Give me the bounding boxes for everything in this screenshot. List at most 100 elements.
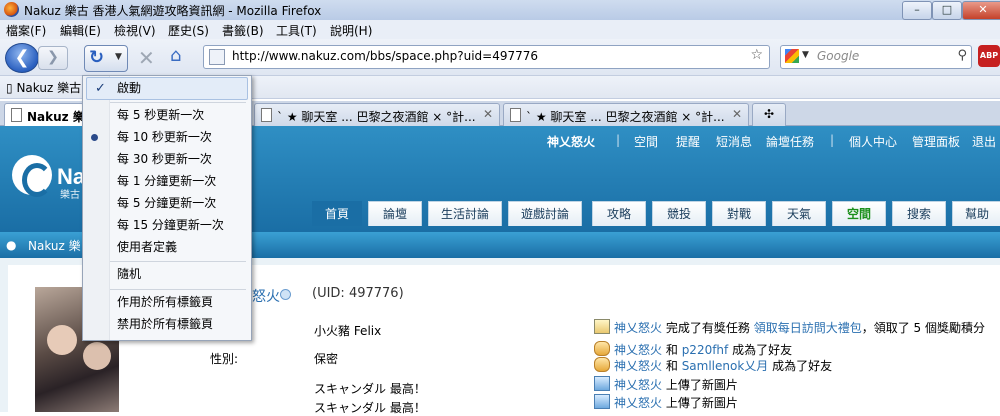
feed-link[interactable]: Samllenok乂月 (682, 359, 769, 373)
topnav-divider: | (616, 133, 621, 147)
topnav-space[interactable]: 空間 (634, 133, 658, 150)
topnav-forum-tasks[interactable]: 論壇任務 (766, 133, 814, 150)
nav-guides[interactable]: 攻略 (592, 201, 646, 226)
feed-user-link[interactable]: 神乂怒火 (614, 343, 662, 357)
topnav-notices[interactable]: 提醒 (676, 133, 700, 150)
forward-arrow-icon: ❯ (47, 49, 59, 65)
picture-icon (594, 376, 610, 391)
nav-weather[interactable]: 天氣 (772, 201, 826, 226)
menu-tools[interactable]: 工具(T) (276, 22, 317, 39)
menu-item-5m[interactable]: 每 5 分鐘更新一次 (83, 193, 249, 214)
nav-search[interactable]: 搜索 (892, 201, 946, 226)
nav-help[interactable]: 幫助 (952, 201, 1000, 226)
feed-user-link[interactable]: 神乂怒火 (614, 321, 662, 335)
menu-item-random[interactable]: 隨机 (83, 264, 249, 285)
minimize-button[interactable]: – (902, 1, 932, 20)
bookmark-star-icon[interactable]: ☆ (750, 47, 763, 63)
tab-close-icon[interactable]: ✕ (483, 107, 493, 121)
menu-separator (110, 289, 246, 290)
forward-button[interactable]: ❯ (38, 46, 68, 70)
feed-user-link[interactable]: 神乂怒火 (614, 359, 662, 373)
menu-file[interactable]: 檔案(F) (6, 22, 46, 39)
feed-user-link[interactable]: 神乂怒火 (614, 396, 662, 410)
nav-forum[interactable]: 論壇 (368, 201, 422, 226)
menu-item-10s[interactable]: 每 10 秒更新一次 (83, 127, 249, 148)
feed-user-link[interactable]: 神乂怒火 (614, 378, 662, 392)
page-icon: ▯ (6, 81, 13, 95)
nav-life[interactable]: 生活討論 (428, 201, 502, 226)
profile-username[interactable]: 怒火 (252, 286, 280, 306)
handshake-icon (594, 357, 610, 372)
tab-nakuz[interactable]: Nakuz 樂 (4, 103, 84, 126)
nav-auction[interactable]: 競投 (652, 201, 706, 226)
menu-item-apply-all[interactable]: 作用於所有標籤頁 (83, 292, 249, 313)
feed-text: 完成了有獎任務 (665, 321, 750, 335)
tab-chatroom-2[interactable]: ` ★ 聊天室 ... 巴黎之夜酒館 × °計... ✕ (503, 103, 749, 126)
stop-button[interactable]: ✕ (138, 46, 155, 70)
nav-space[interactable]: 空間 (832, 201, 886, 226)
site-identity-icon[interactable] (209, 49, 225, 65)
bookmark-label: Nakuz 樂古 (16, 81, 82, 95)
close-window-button[interactable]: ✕ (962, 1, 1000, 20)
tab-chatroom-1[interactable]: ` ★ 聊天室 ... 巴黎之夜酒館 × °計... ✕ (254, 103, 500, 126)
profile-realname: 小火豬 Felix (314, 324, 382, 338)
menu-item-5s[interactable]: 每 5 秒更新一次 (83, 105, 249, 126)
topnav-username[interactable]: 神乂怒火 (547, 133, 595, 150)
url-text[interactable]: http://www.nakuz.com/bbs/space.php?uid=4… (232, 49, 538, 63)
adblock-plus-button[interactable]: ABP (978, 45, 1000, 67)
menu-item-label: 每 1 分鐘更新一次 (117, 174, 217, 188)
feed-text: ，領取了 5 個獎勵積分 (861, 321, 985, 335)
topnav-admin-panel[interactable]: 管理面板 (912, 133, 960, 150)
feed-item: 神乂怒火 上傳了新圖片 (594, 376, 738, 393)
menu-help[interactable]: 說明(H) (330, 22, 372, 39)
topnav-divider: | (830, 133, 835, 147)
feed-link[interactable]: p220fhf (682, 343, 729, 357)
maximize-button[interactable]: □ (932, 1, 962, 20)
menu-item-custom[interactable]: 使用者定義 (83, 237, 249, 258)
menu-separator (110, 102, 246, 103)
feed-item: 神乂怒火 上傳了新圖片 (594, 394, 738, 411)
new-tab-button[interactable]: ✣ (752, 103, 786, 126)
back-button[interactable]: ❮ (5, 43, 39, 73)
menu-history[interactable]: 歷史(S) (168, 22, 209, 39)
menu-bookmarks[interactable]: 書籤(B) (222, 22, 264, 39)
search-box[interactable]: ▼ Google ⚲ (780, 45, 972, 69)
radio-selected-icon (91, 134, 98, 141)
menu-item-label: 禁用於所有標籤頁 (117, 317, 214, 331)
tab-title: ` ★ 聊天室 ... 巴黎之夜酒館 × °計... (277, 110, 476, 124)
search-input[interactable]: Google (817, 49, 859, 63)
site-logo-icon[interactable] (12, 155, 52, 197)
home-button[interactable]: ⌂ (170, 45, 192, 67)
bookmark-item[interactable]: ▯ Nakuz 樂古 (6, 79, 81, 96)
checkmark-icon: ✓ (95, 81, 106, 96)
address-bar[interactable]: http://www.nakuz.com/bbs/space.php?uid=4… (203, 45, 770, 69)
menu-item-15m[interactable]: 每 15 分鐘更新一次 (83, 215, 249, 236)
nav-battle[interactable]: 對戰 (712, 201, 766, 226)
menu-edit[interactable]: 編輯(E) (60, 22, 101, 39)
reload-dropdown-arrow-icon[interactable]: ▼ (115, 52, 122, 62)
menu-item-30s[interactable]: 每 30 秒更新一次 (83, 149, 249, 170)
menu-item-label: 每 5 秒更新一次 (117, 108, 205, 122)
window-titlebar: Nakuz 樂古 香港人氣網遊攻略資訊網 - Mozilla Firefox –… (0, 0, 1000, 21)
menu-item-1m[interactable]: 每 1 分鐘更新一次 (83, 171, 249, 192)
topnav-messages[interactable]: 短消息 (716, 133, 752, 150)
topnav-user-center[interactable]: 個人中心 (849, 133, 897, 150)
tab-close-icon[interactable]: ✕ (732, 107, 742, 121)
menu-item-disable-all[interactable]: 禁用於所有標籤頁 (83, 314, 249, 335)
google-engine-icon[interactable] (785, 49, 799, 63)
page-icon (11, 108, 22, 122)
menu-item-enable[interactable]: ✓ 啟動 (86, 77, 248, 100)
gender-value: 保密 (314, 352, 339, 366)
engine-dropdown-icon[interactable]: ▼ (802, 50, 809, 60)
search-icon[interactable]: ⚲ (957, 48, 967, 63)
online-status-icon (280, 289, 291, 300)
task-icon (594, 319, 610, 334)
breadcrumb[interactable]: Nakuz 樂 (28, 237, 81, 254)
menu-view[interactable]: 檢視(V) (114, 22, 156, 39)
reload-button[interactable]: ↻ ▼ (84, 45, 128, 72)
nav-home[interactable]: 首頁 (312, 201, 362, 226)
topnav-logout[interactable]: 退出 (972, 133, 996, 150)
menu-item-label: 每 10 秒更新一次 (117, 130, 212, 144)
feed-link[interactable]: 領取每日訪問大禮包 (754, 321, 862, 335)
nav-games[interactable]: 遊戲討論 (508, 201, 582, 226)
